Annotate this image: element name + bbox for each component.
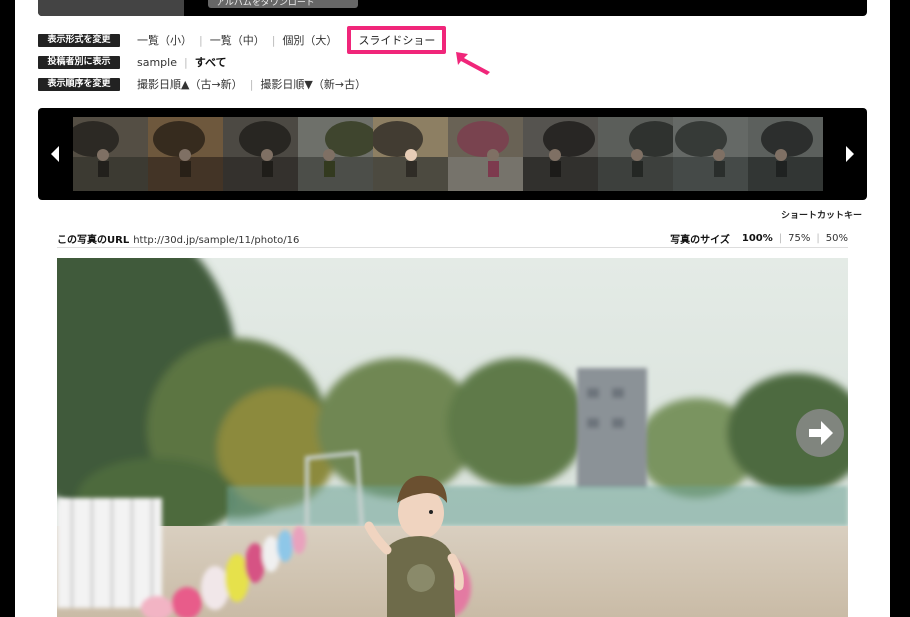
thumbnail-image <box>598 117 681 191</box>
next-photo-button[interactable] <box>795 408 845 458</box>
separator: | <box>199 33 203 47</box>
separator: | <box>778 233 783 244</box>
photo-image <box>57 258 848 617</box>
thumbnail-item[interactable] <box>148 117 223 191</box>
thumbnail-next-button[interactable] <box>835 108 865 200</box>
photo-url-label: この写真のURL <box>57 235 130 246</box>
thumbnail-item[interactable] <box>523 117 598 191</box>
photo-size-label: 写真のサイズ <box>670 235 730 246</box>
poster-all-link[interactable]: すべて <box>195 54 227 70</box>
separator: | <box>184 55 188 69</box>
thumbnail-strip <box>38 108 867 200</box>
thumbnail-item[interactable] <box>73 117 148 191</box>
thumbnail-image <box>298 117 377 191</box>
arrow-right-circle-icon <box>796 409 844 457</box>
thumbnail-item[interactable] <box>371 117 448 191</box>
separator: | <box>816 233 820 244</box>
thumbnail-item[interactable] <box>598 117 681 191</box>
triangle-left-icon <box>51 146 59 162</box>
order-desc-link[interactable]: 撮影日順▼（新→古） <box>260 76 366 92</box>
thumbnail-image <box>371 117 448 191</box>
photo-size-selector: 写真のサイズ 100% | 75% | 50% <box>670 231 848 246</box>
photo-info-bar: この写真のURL http://30d.jp/sample/11/photo/16… <box>57 231 848 248</box>
poster-row: 投稿者別に表示 sample | すべて <box>38 54 227 70</box>
download-album-button[interactable]: アルバムをダウンロード <box>208 0 358 8</box>
thumbnail-list <box>73 117 832 191</box>
poster-label: 投稿者別に表示 <box>38 55 120 69</box>
thumbnail-item[interactable] <box>673 117 748 191</box>
view-mode-row: 表示形式を変更 一覧（小） | 一覧（中） | 個別（大） スライドショー <box>38 26 447 54</box>
main-photo <box>57 258 848 617</box>
size-75-link[interactable]: 75% <box>788 233 810 244</box>
thumbnail-image <box>523 117 598 191</box>
view-list-small-link[interactable]: 一覧（小） <box>137 32 192 48</box>
thumbnail-item[interactable] <box>448 117 523 191</box>
photo-url-text: http://30d.jp/sample/11/photo/16 <box>133 235 300 246</box>
thumbnail-image <box>148 117 223 191</box>
size-50-link[interactable]: 50% <box>826 233 848 244</box>
size-100-link[interactable]: 100% <box>742 233 773 244</box>
triangle-right-icon <box>846 146 854 162</box>
order-label: 表示順序を変更 <box>38 77 120 91</box>
view-single-large-link[interactable]: 個別（大） <box>282 32 337 48</box>
thumbnail-image <box>223 117 298 191</box>
thumbnail-item[interactable] <box>298 117 377 191</box>
thumbnail-item[interactable] <box>223 117 298 191</box>
shortcut-keys-link[interactable]: ショートカットキー <box>781 208 862 221</box>
order-asc-link[interactable]: 撮影日順▲（古→新） <box>137 76 243 92</box>
pointer-arrow-icon <box>456 52 490 75</box>
separator: | <box>249 77 254 91</box>
top-header: アルバムをダウンロード <box>38 0 867 16</box>
separator: | <box>271 33 276 47</box>
view-list-medium-link[interactable]: 一覧（中） <box>210 32 265 48</box>
header-tab[interactable] <box>38 0 184 16</box>
view-mode-label: 表示形式を変更 <box>38 33 120 47</box>
thumbnail-item[interactable] <box>748 117 823 191</box>
thumbnail-image <box>748 117 823 191</box>
page: アルバムをダウンロード 表示形式を変更 一覧（小） | 一覧（中） | 個別（大… <box>15 0 890 617</box>
poster-sample-link[interactable]: sample <box>137 56 177 69</box>
thumbnail-prev-button[interactable] <box>40 108 70 200</box>
order-row: 表示順序を変更 撮影日順▲（古→新） | 撮影日順▼（新→古） <box>38 76 366 92</box>
thumbnail-image <box>448 117 523 191</box>
thumbnail-image <box>673 117 748 191</box>
slideshow-link[interactable]: スライドショー <box>347 26 447 54</box>
thumbnail-image <box>73 117 148 191</box>
